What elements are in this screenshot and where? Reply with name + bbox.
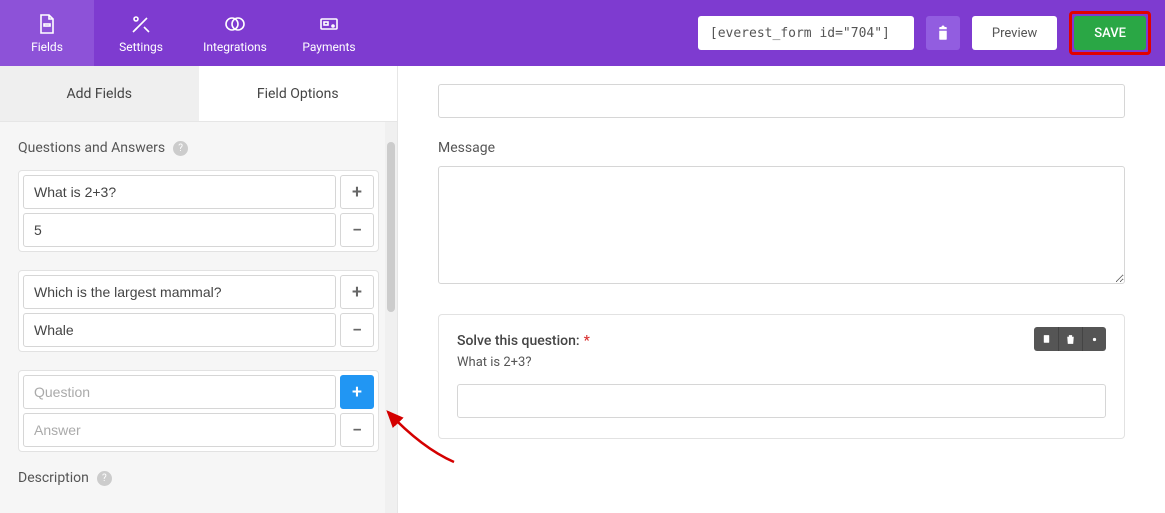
qa-answer-input[interactable] xyxy=(23,313,336,347)
message-label: Message xyxy=(438,140,1125,156)
canvas: Message Solve this question:* What is 2+… xyxy=(398,66,1165,513)
qa-block-2: + − xyxy=(18,270,379,352)
duplicate-button[interactable] xyxy=(1034,327,1058,351)
required-star: * xyxy=(584,333,590,349)
remove-button[interactable]: − xyxy=(340,213,374,247)
payments-icon xyxy=(317,12,341,36)
captcha-label: Solve this question:* xyxy=(457,333,1106,349)
description-section-title: Description ? xyxy=(18,470,379,486)
captcha-question: What is 2+3? xyxy=(457,355,1106,370)
preview-button[interactable]: Preview xyxy=(972,16,1057,50)
workspace: Add Fields Field Options Questions and A… xyxy=(0,66,1165,513)
nav-items: Fields Settings Integrations Payments xyxy=(0,0,376,66)
plus-icon: + xyxy=(352,182,362,203)
plus-icon: + xyxy=(352,382,362,403)
nav-settings-label: Settings xyxy=(119,40,163,54)
settings-button[interactable] xyxy=(1082,327,1106,351)
sidebar-content: Questions and Answers ? + − + xyxy=(0,122,397,500)
fields-icon xyxy=(35,12,59,36)
remove-button[interactable]: − xyxy=(340,313,374,347)
top-nav: Fields Settings Integrations Payments [e… xyxy=(0,0,1165,66)
shortcode-display[interactable]: [everest_form id="704"] xyxy=(698,16,914,50)
sidebar: Add Fields Field Options Questions and A… xyxy=(0,66,398,513)
field-actions xyxy=(1034,327,1106,351)
nav-payments-label: Payments xyxy=(302,40,355,54)
qa-section-title: Questions and Answers ? xyxy=(18,140,379,156)
nav-integrations-label: Integrations xyxy=(203,40,267,54)
save-button[interactable]: SAVE xyxy=(1074,16,1146,50)
qa-answer-input[interactable] xyxy=(23,213,336,247)
captcha-field[interactable]: Solve this question:* What is 2+3? xyxy=(438,314,1125,439)
subject-field[interactable] xyxy=(438,84,1125,118)
qa-question-input[interactable] xyxy=(23,275,336,309)
help-icon[interactable]: ? xyxy=(173,141,188,156)
description-section-label: Description xyxy=(18,470,89,486)
topbar-actions: [everest_form id="704"] Preview SAVE xyxy=(698,0,1165,66)
plus-icon: + xyxy=(352,282,362,303)
add-button-active[interactable]: + xyxy=(340,375,374,409)
tab-field-options[interactable]: Field Options xyxy=(199,66,398,121)
delete-button[interactable] xyxy=(1058,327,1082,351)
scrollbar-thumb[interactable] xyxy=(387,142,395,312)
copy-icon xyxy=(1040,333,1053,346)
nav-fields-label: Fields xyxy=(31,40,63,54)
settings-icon xyxy=(129,12,153,36)
remove-button[interactable]: − xyxy=(340,413,374,447)
trash-icon xyxy=(1064,333,1077,346)
message-field[interactable]: Message xyxy=(438,140,1125,288)
qa-question-input[interactable] xyxy=(23,375,336,409)
qa-question-input[interactable] xyxy=(23,175,336,209)
nav-settings[interactable]: Settings xyxy=(94,0,188,66)
save-highlight: SAVE xyxy=(1069,11,1151,55)
nav-payments[interactable]: Payments xyxy=(282,0,376,66)
text-input[interactable] xyxy=(438,84,1125,118)
qa-block-1: + − xyxy=(18,170,379,252)
minus-icon: − xyxy=(352,320,362,341)
qa-block-3: + − xyxy=(18,370,379,452)
sidebar-tabs: Add Fields Field Options xyxy=(0,66,397,122)
tab-add-fields[interactable]: Add Fields xyxy=(0,66,199,121)
qa-answer-input[interactable] xyxy=(23,413,336,447)
clipboard-icon xyxy=(934,24,952,42)
nav-fields[interactable]: Fields xyxy=(0,0,94,66)
sidebar-scrollbar[interactable] xyxy=(385,122,397,513)
message-textarea[interactable] xyxy=(438,166,1125,284)
add-button[interactable]: + xyxy=(340,175,374,209)
integrations-icon xyxy=(223,12,247,36)
qa-section-label: Questions and Answers xyxy=(18,140,165,156)
captcha-answer-input[interactable] xyxy=(457,384,1106,418)
nav-integrations[interactable]: Integrations xyxy=(188,0,282,66)
add-button[interactable]: + xyxy=(340,275,374,309)
gear-icon xyxy=(1088,333,1101,346)
copy-shortcode-button[interactable] xyxy=(926,16,960,50)
help-icon[interactable]: ? xyxy=(97,471,112,486)
minus-icon: − xyxy=(352,220,362,241)
minus-icon: − xyxy=(352,420,362,441)
